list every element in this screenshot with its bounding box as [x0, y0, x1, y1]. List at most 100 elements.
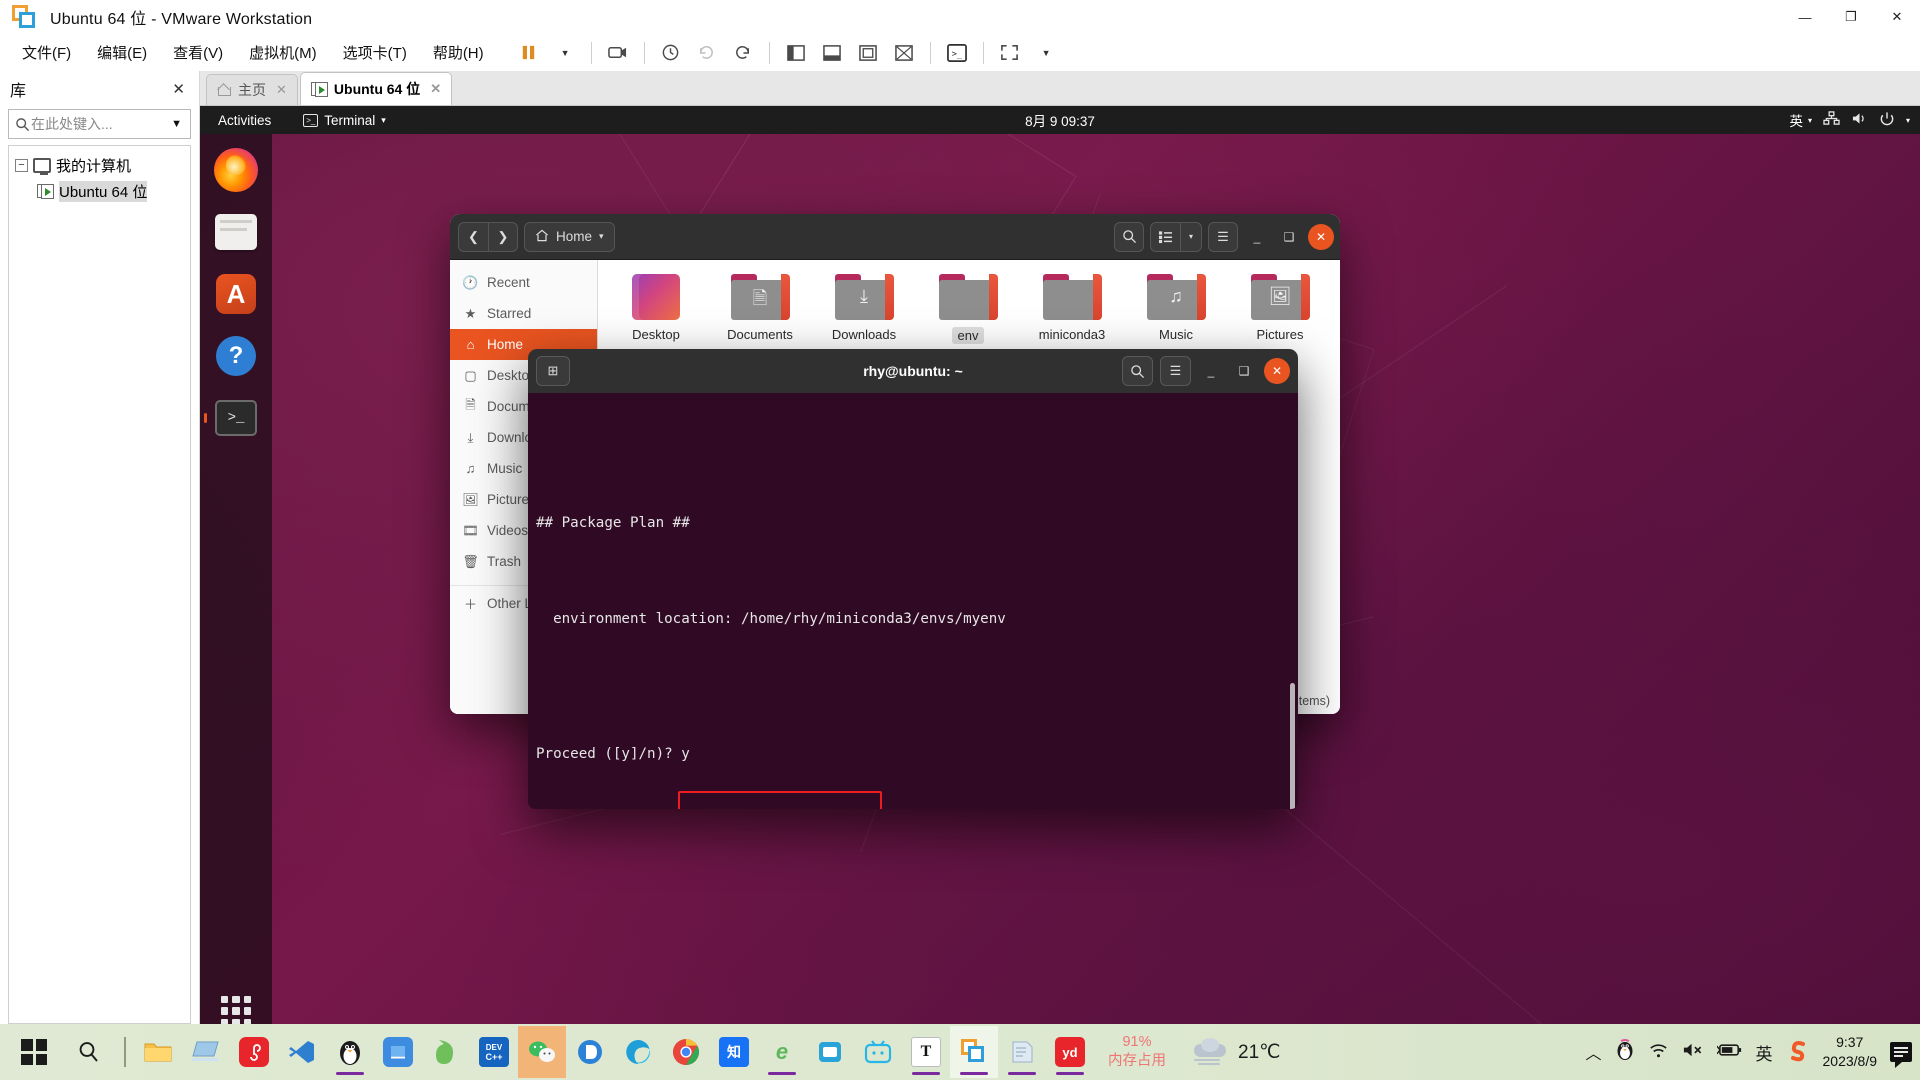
- snapshot-manager-button[interactable]: [601, 37, 635, 69]
- network-icon[interactable]: [1823, 111, 1840, 129]
- taskbar-item-wps[interactable]: [422, 1026, 470, 1078]
- battery-icon[interactable]: [1715, 1042, 1743, 1062]
- new-tab-button[interactable]: ⊞: [536, 356, 570, 386]
- library-search-input[interactable]: [31, 116, 168, 132]
- show-hidden-icons-chevron[interactable]: ︿: [1585, 1040, 1601, 1064]
- show-applications-button[interactable]: [221, 996, 251, 1026]
- maximize-button[interactable]: ❑: [1231, 358, 1257, 384]
- file-item-miniconda3[interactable]: miniconda3: [1028, 274, 1116, 345]
- expander-icon[interactable]: −: [15, 158, 28, 172]
- chevron-down-icon[interactable]: ▾: [1906, 116, 1910, 125]
- tree-item-ubuntu-vm[interactable]: Ubuntu 64 位: [9, 178, 190, 204]
- tab-close-icon[interactable]: ✕: [430, 81, 441, 97]
- terminal-scrollbar[interactable]: [1290, 683, 1295, 809]
- minimize-button[interactable]: —: [1782, 0, 1828, 34]
- volume-muted-icon[interactable]: [1682, 1041, 1704, 1063]
- terminal-body[interactable]: ## Package Plan ## environment location:…: [528, 393, 1298, 809]
- fullscreen-dropdown-button[interactable]: ▼: [1029, 37, 1063, 69]
- tab-close-icon[interactable]: ✕: [276, 82, 287, 98]
- taskbar-item-qq[interactable]: [326, 1026, 374, 1078]
- file-item-desktop[interactable]: Desktop: [612, 274, 700, 345]
- suspend-button[interactable]: [512, 37, 546, 69]
- taskbar-clock[interactable]: 9:37 2023/8/9: [1823, 1033, 1878, 1071]
- sidebar-item-recent[interactable]: 🕐 Recent: [450, 267, 597, 298]
- view-dropdown-button[interactable]: ▾: [1180, 221, 1202, 252]
- taskbar-item-file-explorer[interactable]: [134, 1026, 182, 1078]
- menu-vm[interactable]: 虚拟机(M): [237, 38, 329, 67]
- maximize-button[interactable]: ❐: [1828, 0, 1874, 34]
- taskbar-search-button[interactable]: [62, 1024, 116, 1080]
- taskbar-item-youdao-dict[interactable]: yd: [1046, 1026, 1094, 1078]
- guest-screen[interactable]: Activities >_ Terminal ▾ 8月 9 09:37 英 ▾: [200, 106, 1920, 1052]
- show-thumbnail-button[interactable]: [851, 37, 885, 69]
- close-button[interactable]: ✕: [1874, 0, 1920, 34]
- taskbar-item-chrome[interactable]: [662, 1026, 710, 1078]
- taskbar-item-vmware[interactable]: [950, 1026, 998, 1078]
- taskbar-item-edge-dev[interactable]: [566, 1026, 614, 1078]
- maximize-button[interactable]: ❑: [1276, 224, 1302, 250]
- take-snapshot-button[interactable]: [654, 37, 688, 69]
- search-button[interactable]: [1122, 356, 1153, 386]
- sidebar-item-starred[interactable]: ★ Starred: [450, 298, 597, 329]
- volume-icon[interactable]: [1851, 111, 1868, 129]
- chevron-down-icon[interactable]: ▾: [599, 231, 604, 242]
- file-item-documents[interactable]: 🗎 Documents: [716, 274, 804, 345]
- taskbar-item-app-blue[interactable]: [806, 1026, 854, 1078]
- taskbar-item-e-browser[interactable]: e: [758, 1026, 806, 1078]
- taskbar-item-notepad[interactable]: [998, 1026, 1046, 1078]
- menu-file[interactable]: 文件(F): [10, 38, 83, 67]
- file-item-pictures[interactable]: 🖼 Pictures: [1236, 274, 1324, 345]
- notification-icon[interactable]: [1890, 1042, 1912, 1068]
- power-icon[interactable]: [1879, 111, 1895, 130]
- ime-indicator[interactable]: 英 ▾: [1789, 110, 1812, 130]
- memory-usage-widget[interactable]: 91% 内存占用: [1108, 1033, 1166, 1071]
- start-button[interactable]: [6, 1024, 62, 1080]
- hamburger-menu-button[interactable]: ☰: [1208, 221, 1238, 252]
- taskbar-item-edge[interactable]: [614, 1026, 662, 1078]
- taskbar-item-typora[interactable]: T: [902, 1026, 950, 1078]
- snapshot-forward-button[interactable]: [726, 37, 760, 69]
- weather-widget[interactable]: 21℃: [1192, 1038, 1280, 1065]
- view-toggle-button[interactable]: [1150, 221, 1180, 252]
- menu-tabs[interactable]: 选项卡(T): [331, 38, 419, 67]
- dock-item-help[interactable]: ?: [212, 332, 260, 380]
- show-library-button[interactable]: [779, 37, 813, 69]
- revert-snapshot-button[interactable]: [690, 37, 724, 69]
- tree-item-my-computer[interactable]: − 我的计算机: [9, 152, 190, 178]
- show-console-button[interactable]: [815, 37, 849, 69]
- taskbar-item-zhihu[interactable]: 知: [710, 1026, 758, 1078]
- dock-item-software[interactable]: A: [212, 270, 260, 318]
- hide-thumbnail-button[interactable]: [887, 37, 921, 69]
- ime-language-indicator[interactable]: 英: [1756, 1040, 1773, 1065]
- chevron-down-icon[interactable]: ▾: [381, 115, 386, 126]
- minimize-button[interactable]: _: [1244, 224, 1270, 250]
- menu-edit[interactable]: 编辑(E): [85, 38, 159, 67]
- menu-view[interactable]: 查看(V): [161, 38, 235, 67]
- taskbar-item-bilibili[interactable]: [854, 1026, 902, 1078]
- activities-button[interactable]: Activities: [210, 111, 279, 130]
- file-item-env[interactable]: env: [924, 274, 1012, 345]
- library-close-icon[interactable]: ✕: [166, 78, 191, 100]
- wifi-icon[interactable]: [1648, 1041, 1669, 1063]
- app-menu-terminal[interactable]: >_ Terminal ▾: [297, 111, 392, 130]
- taskbar-item-vs-code[interactable]: [278, 1026, 326, 1078]
- library-search-box[interactable]: ▼: [8, 109, 191, 139]
- minimize-button[interactable]: _: [1198, 358, 1224, 384]
- taskbar-item-thunder[interactable]: [374, 1026, 422, 1078]
- console-view-button[interactable]: >_: [940, 37, 974, 69]
- path-bar[interactable]: Home ▾: [524, 221, 615, 252]
- search-button[interactable]: [1114, 221, 1144, 252]
- power-dropdown-button[interactable]: ▼: [548, 37, 582, 69]
- fullscreen-button[interactable]: [993, 37, 1027, 69]
- forward-button[interactable]: ❯: [488, 221, 518, 252]
- sogou-ime-icon[interactable]: [1786, 1038, 1810, 1066]
- taskbar-item-netease-music[interactable]: [230, 1026, 278, 1078]
- taskbar-item-wechat[interactable]: [518, 1026, 566, 1078]
- taskbar-item-dev-cpp[interactable]: DEV C++: [470, 1026, 518, 1078]
- dock-item-terminal[interactable]: >_: [212, 394, 260, 442]
- hamburger-menu-button[interactable]: ☰: [1160, 356, 1191, 386]
- file-item-downloads[interactable]: ⤓ Downloads: [820, 274, 908, 345]
- menu-help[interactable]: 帮助(H): [421, 38, 496, 67]
- dock-item-files[interactable]: [212, 208, 260, 256]
- qq-penguin-icon[interactable]: [1615, 1039, 1635, 1065]
